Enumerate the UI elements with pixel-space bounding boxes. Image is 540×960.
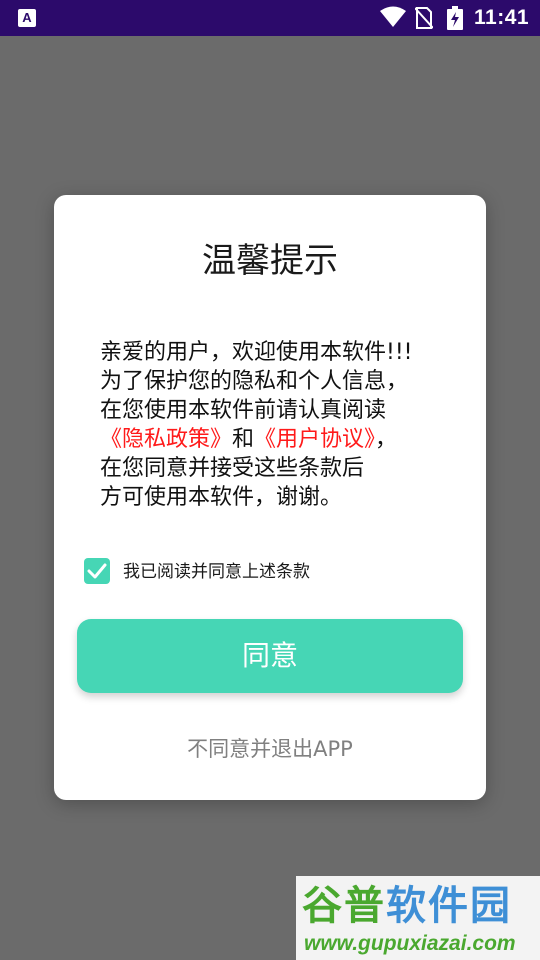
- status-time: 11:41: [474, 6, 530, 29]
- body-line-thanks: 方可使用本软件，谢谢。: [100, 485, 343, 510]
- body-line-accept: 在您同意并接受这些条款后: [100, 456, 365, 481]
- watermark-logo-part1: 谷普: [302, 883, 386, 929]
- body-line-read: 在您使用本软件前请认真阅读: [100, 398, 387, 423]
- check-icon: [87, 563, 107, 579]
- status-bar: A 11:41: [0, 0, 540, 36]
- watermark-logo: 谷普软件园: [302, 882, 534, 930]
- body-line-protect: 为了保护您的隐私和个人信息，: [100, 369, 409, 394]
- agree-terms-row[interactable]: 我已阅读并同意上述条款: [84, 558, 464, 586]
- notification-icon-glyph: A: [22, 10, 32, 25]
- body-line-welcome: 亲爱的用户，欢迎使用本软件!!!: [100, 340, 413, 365]
- agree-button[interactable]: 同意: [77, 619, 463, 693]
- body-line-links: 《隐私政策》和《用户协议》，: [100, 425, 460, 454]
- agree-checkbox[interactable]: [84, 558, 110, 584]
- watermark-url: www.gupuxiazai.com: [304, 932, 516, 955]
- agree-checkbox-label[interactable]: 我已阅读并同意上述条款: [123, 558, 310, 586]
- privacy-dialog: 温馨提示 亲爱的用户，欢迎使用本软件!!! 为了保护您的隐私和个人信息， 在您使…: [54, 195, 486, 800]
- body-and-text: 和: [232, 427, 255, 452]
- privacy-policy-link[interactable]: 《隐私政策》: [100, 427, 232, 452]
- body-comma: ，: [375, 427, 398, 452]
- site-watermark: 谷普软件园 www.gupuxiazai.com: [296, 876, 540, 960]
- battery-charging-icon: [447, 6, 463, 30]
- app-notification-icon: A: [18, 9, 36, 27]
- wifi-icon: [380, 6, 406, 27]
- dialog-title: 温馨提示: [202, 241, 338, 281]
- user-agreement-link[interactable]: 《用户协议》: [254, 427, 375, 452]
- watermark-logo-part2: 软件园: [386, 883, 512, 929]
- dialog-body: 亲爱的用户，欢迎使用本软件!!! 为了保护您的隐私和个人信息， 在您使用本软件前…: [100, 338, 460, 512]
- disagree-exit-link[interactable]: 不同意并退出APP: [54, 731, 486, 767]
- no-sim-icon: [415, 7, 433, 29]
